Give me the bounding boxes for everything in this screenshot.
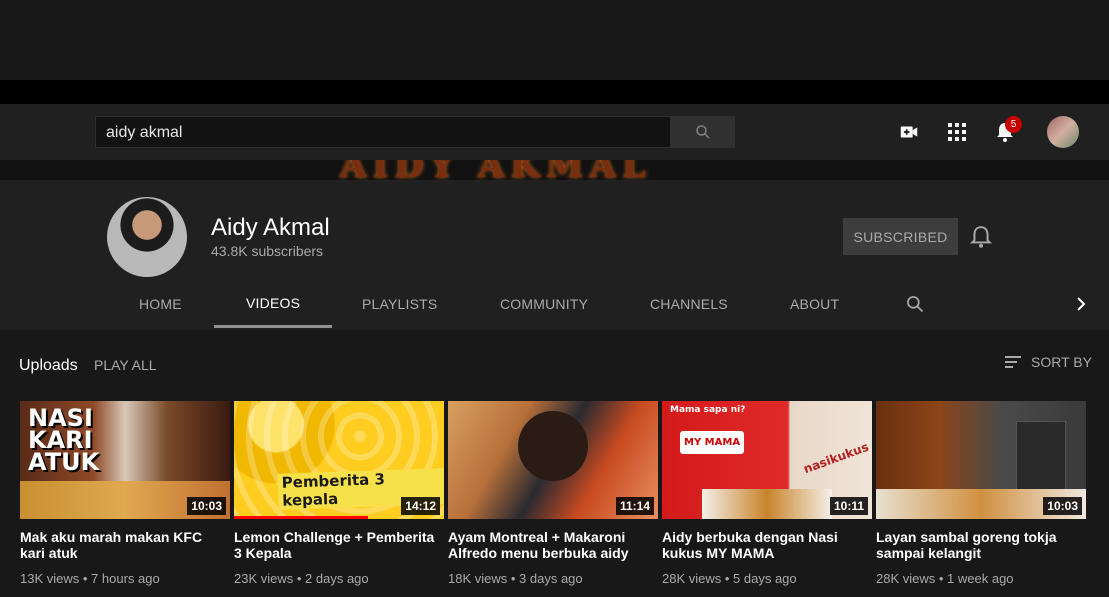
play-all-button[interactable]: PLAY ALL: [94, 357, 157, 373]
video-card[interactable]: Pemberita 3 kepala 14:12 Lemon Challenge…: [234, 401, 444, 586]
create-video-button[interactable]: [897, 120, 921, 144]
video-title[interactable]: Mak aku marah makan KFC kari atuk: [20, 529, 230, 561]
masthead: aidy akmal 5: [0, 104, 1109, 160]
video-title[interactable]: Aidy berbuka dengan Nasi kukus MY MAMA: [662, 529, 872, 561]
food-area: [702, 489, 832, 519]
video-duration: 14:12: [401, 497, 440, 515]
tab-playlists[interactable]: PLAYLISTS: [330, 280, 469, 328]
thumbnail-overlay-text: Mama sapa ni?: [670, 405, 746, 415]
top-area: [0, 0, 1109, 80]
sort-by-label: SORT BY: [1031, 354, 1092, 370]
channel-search-button[interactable]: [905, 294, 925, 319]
brand-logo-text: MY MAMA: [680, 431, 745, 454]
video-meta: 28K views • 1 week ago: [876, 571, 1014, 586]
chevron-right-icon: [1077, 297, 1086, 311]
search-input[interactable]: aidy akmal: [95, 116, 671, 148]
apps-button[interactable]: [945, 120, 969, 144]
upload-age: 7 hours ago: [91, 571, 160, 586]
view-count: 28K views: [876, 571, 936, 586]
watermark-text: nasikukus: [801, 439, 871, 477]
tab-community[interactable]: COMMUNITY: [468, 280, 620, 328]
notification-badge: 5: [1005, 116, 1022, 133]
tab-channels[interactable]: CHANNELS: [618, 280, 760, 328]
watch-progress-bar: [234, 516, 368, 519]
video-title[interactable]: Ayam Montreal + Makaroni Alfredo menu be…: [448, 529, 658, 561]
apps-grid-icon: [948, 123, 966, 141]
thumbnail-overlay-text: NASI KARI ATUK: [28, 404, 100, 476]
uploads-section: Uploads PLAY ALL SORT BY NASI KARI ATUK …: [0, 330, 1109, 597]
view-count: 23K views: [234, 571, 294, 586]
video-thumbnail[interactable]: 10:03: [876, 401, 1086, 519]
sort-by-button[interactable]: SORT BY: [1003, 354, 1092, 370]
video-camera-icon: [900, 126, 918, 138]
video-thumbnail[interactable]: 11:14: [448, 401, 658, 519]
video-thumbnail[interactable]: NASI KARI ATUK 10:03: [20, 401, 230, 519]
video-title[interactable]: Lemon Challenge + Pemberita 3 Kepala: [234, 529, 444, 561]
view-count: 18K views: [448, 571, 508, 586]
view-count: 13K views: [20, 571, 80, 586]
channel-banner: AIDY AKMAL: [0, 160, 1109, 180]
tabs-next-button[interactable]: [1073, 295, 1089, 318]
uploads-heading: Uploads: [19, 357, 78, 374]
search-icon: [695, 125, 710, 139]
search-icon: [907, 296, 924, 313]
channel-avatar: [107, 197, 187, 277]
sort-icon: [1005, 356, 1021, 368]
video-card[interactable]: NASI KARI ATUK 10:03 Mak aku marah makan…: [20, 401, 230, 586]
search-button[interactable]: [670, 116, 735, 148]
tab-about[interactable]: ABOUT: [758, 280, 871, 328]
top-strip: [0, 80, 1109, 104]
banner-text: AIDY AKMAL: [340, 160, 652, 180]
bell-outline-icon: [969, 226, 993, 248]
video-meta: 28K views • 5 days ago: [662, 571, 797, 586]
upload-age: 1 week ago: [947, 571, 1014, 586]
subscribe-button[interactable]: SUBSCRIBED: [843, 218, 958, 255]
video-card[interactable]: 10:03 Layan sambal goreng tokja sampai k…: [876, 401, 1086, 586]
upload-age: 2 days ago: [305, 571, 369, 586]
person-silhouette: [518, 411, 588, 481]
channel-name: Aidy Akmal: [211, 214, 330, 241]
tab-videos[interactable]: VIDEOS: [214, 280, 333, 328]
channel-notifications-button[interactable]: [969, 225, 993, 254]
tab-home[interactable]: HOME: [107, 280, 214, 328]
video-meta: 18K views • 3 days ago: [448, 571, 583, 586]
channel-header: Aidy Akmal 43.8K subscribers SUBSCRIBED …: [0, 180, 1109, 330]
video-title[interactable]: Layan sambal goreng tokja sampai kelangi…: [876, 529, 1086, 561]
subscriber-count: 43.8K subscribers: [211, 243, 324, 259]
video-thumbnail[interactable]: Pemberita 3 kepala 14:12: [234, 401, 444, 519]
video-card[interactable]: 11:14 Ayam Montreal + Makaroni Alfredo m…: [448, 401, 658, 586]
channel-tabs: HOME VIDEOS PLAYLISTS COMMUNITY CHANNELS…: [0, 280, 1109, 328]
video-meta: 23K views • 2 days ago: [234, 571, 369, 586]
video-duration: 11:14: [615, 497, 654, 515]
upload-age: 3 days ago: [519, 571, 583, 586]
video-card[interactable]: Mama sapa ni? MY MAMA nasikukus 10:11 Ai…: [662, 401, 872, 586]
account-avatar[interactable]: [1047, 116, 1079, 148]
upload-age: 5 days ago: [733, 571, 797, 586]
video-duration: 10:03: [187, 497, 226, 515]
view-count: 28K views: [662, 571, 722, 586]
notifications-button[interactable]: 5: [993, 116, 1022, 144]
video-thumbnail[interactable]: Mama sapa ni? MY MAMA nasikukus 10:11: [662, 401, 872, 519]
video-duration: 10:03: [1043, 497, 1082, 515]
video-meta: 13K views • 7 hours ago: [20, 571, 160, 586]
video-duration: 10:11: [829, 497, 868, 515]
product-package: [1016, 421, 1066, 491]
